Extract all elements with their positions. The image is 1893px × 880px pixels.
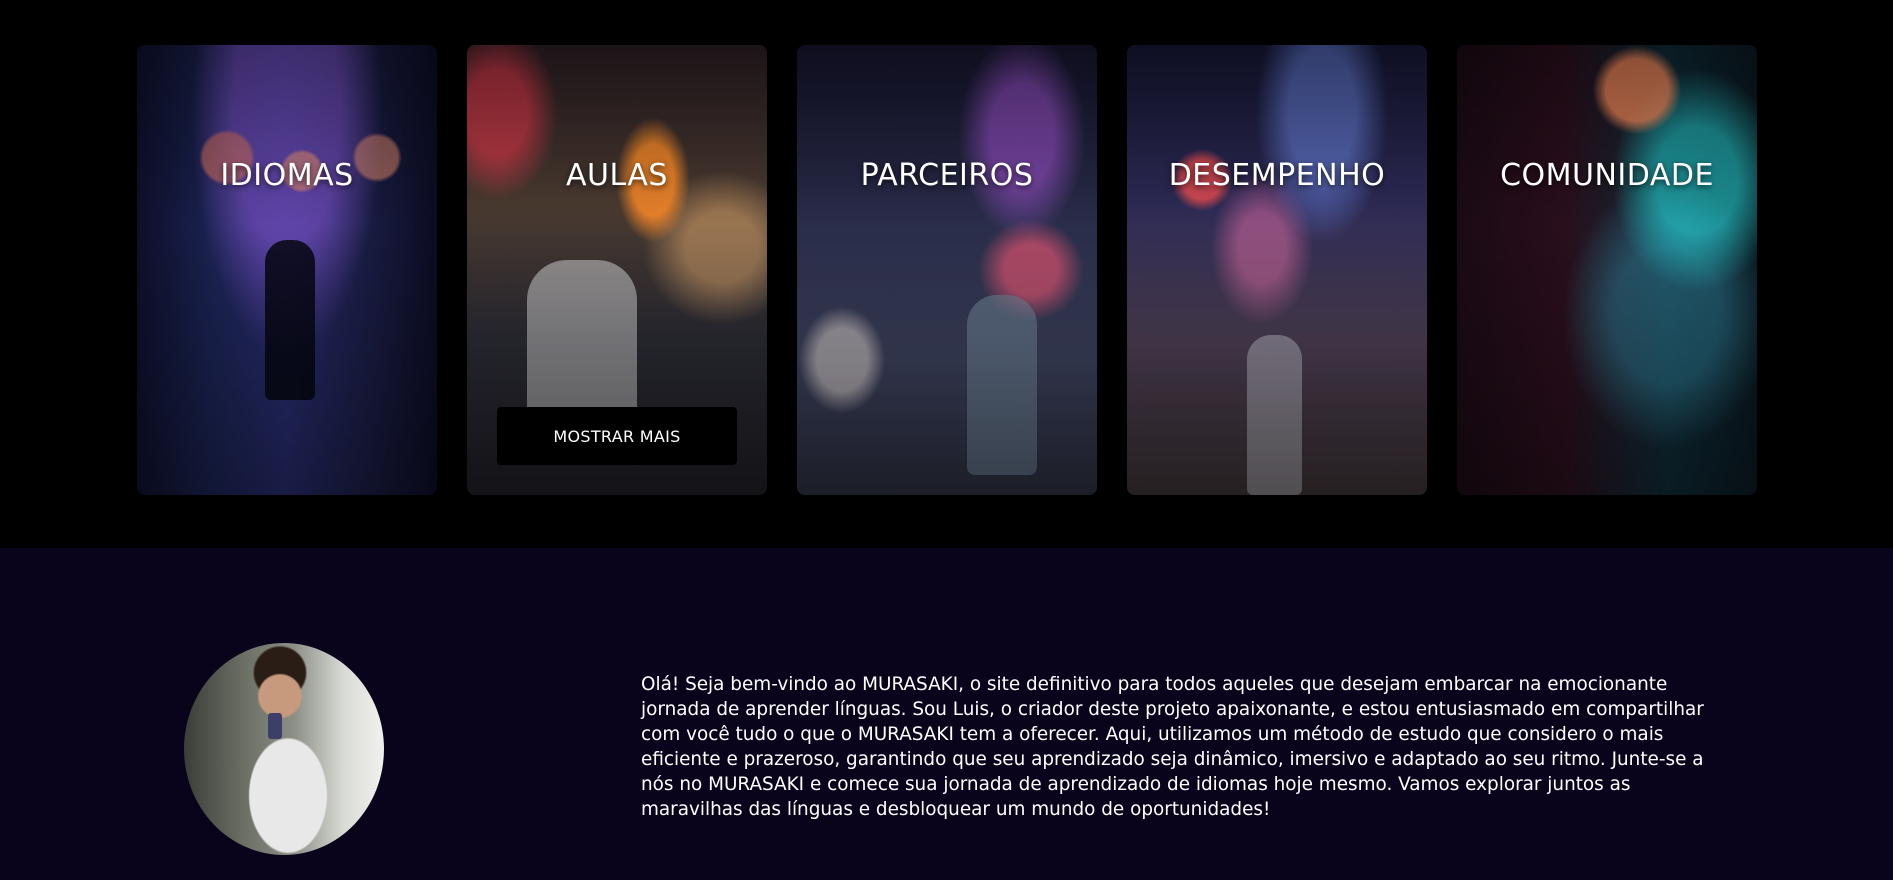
card-title: COMUNIDADE xyxy=(1500,158,1714,193)
card-idiomas[interactable]: IDIOMAS xyxy=(137,45,437,495)
card-parceiros[interactable]: PARCEIROS xyxy=(797,45,1097,495)
card-title: AULAS xyxy=(566,158,668,193)
author-avatar xyxy=(184,643,384,855)
card-desempenho[interactable]: DESEMPENHO xyxy=(1127,45,1427,495)
card-title: IDIOMAS xyxy=(220,158,354,193)
card-aulas[interactable]: AULAS MOSTRAR MAIS xyxy=(467,45,767,495)
card-comunidade[interactable]: COMUNIDADE xyxy=(1457,45,1757,495)
card-title: PARCEIROS xyxy=(860,158,1034,193)
phone-shape xyxy=(268,713,282,739)
card-title: DESEMPENHO xyxy=(1168,158,1386,193)
about-paragraph: Olá! Seja bem-vindo ao MURASAKI, o site … xyxy=(641,674,1704,820)
category-cards-section: IDIOMAS AULAS MOSTRAR MAIS PARCEIROS DES… xyxy=(0,0,1893,548)
about-section: Olá! Seja bem-vindo ao MURASAKI, o site … xyxy=(0,548,1893,880)
show-more-button[interactable]: MOSTRAR MAIS xyxy=(497,407,737,465)
